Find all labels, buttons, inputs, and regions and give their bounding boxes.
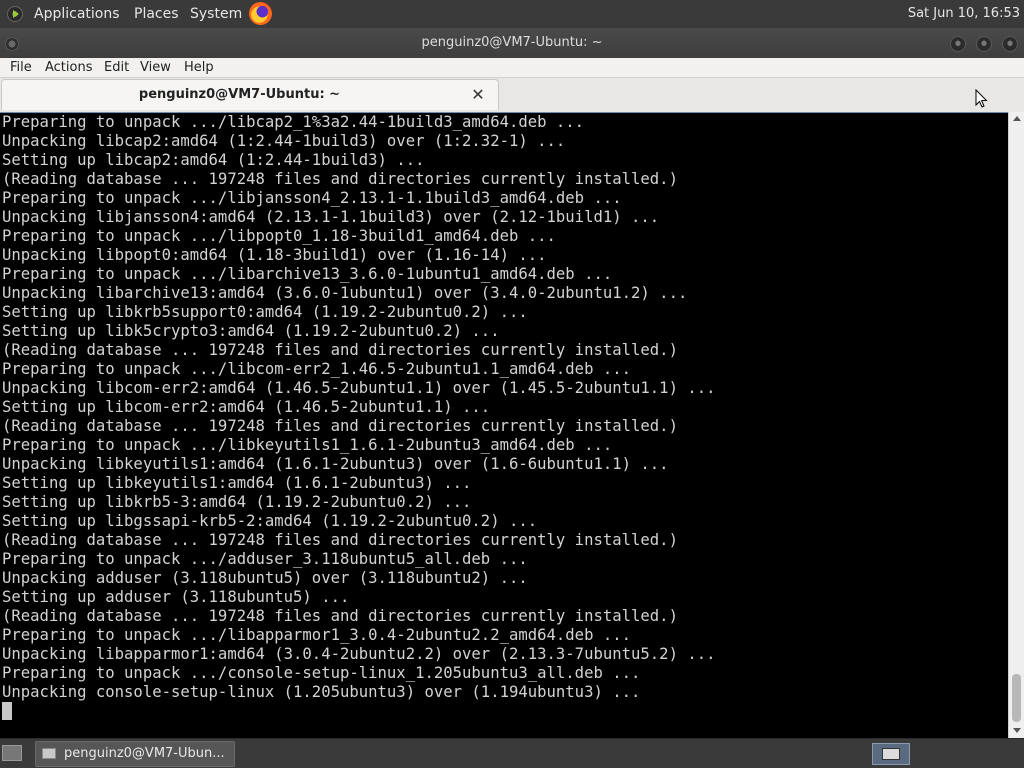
close-window-icon[interactable]	[1002, 36, 1018, 52]
terminal-line: Unpacking libapparmor1:amd64 (3.0.4-2ubu…	[2, 645, 716, 663]
terminal-line: Preparing to unpack .../libcap2_1%3a2.44…	[2, 113, 585, 131]
top-panel: Applications Places System Sat Jun 10, 1…	[0, 0, 1024, 28]
tab-label: penguinz0@VM7-Ubuntu: ~	[138, 87, 341, 102]
terminal-line: Preparing to unpack .../libjansson4_2.13…	[2, 189, 622, 207]
terminal-line: Preparing to unpack .../libkeyutils1_1.6…	[2, 436, 613, 454]
terminal-line: Preparing to unpack .../console-setup-li…	[2, 664, 641, 682]
menubar: File Actions Edit View Help	[0, 58, 1024, 78]
terminal-line: Preparing to unpack .../libarchive13_3.6…	[2, 265, 613, 283]
applications-menu-icon[interactable]	[7, 6, 23, 22]
tab-bar: penguinz0@VM7-Ubuntu: ~ ✕	[0, 78, 1024, 112]
terminal-line: Unpacking libarchive13:amd64 (3.6.0-1ubu…	[2, 284, 688, 302]
terminal-line: Setting up libk5crypto3:amd64 (1.19.2-2u…	[2, 322, 500, 340]
terminal-scrollbar[interactable]	[1008, 112, 1024, 738]
terminal-line: (Reading database ... 197248 files and d…	[2, 417, 678, 435]
taskbar-window-label: penguinz0@VM7-Ubun...	[64, 746, 225, 761]
window-title: penguinz0@VM7-Ubuntu: ~	[421, 35, 603, 50]
applications-menu[interactable]: Applications	[34, 0, 120, 28]
menu-view[interactable]: View	[140, 58, 171, 77]
scroll-up-arrow-icon[interactable]	[1013, 116, 1021, 121]
terminal-line: Unpacking libkeyutils1:amd64 (1.6.1-2ubu…	[2, 455, 669, 473]
terminal-line: Unpacking libpopt0:amd64 (1.18-3build1) …	[2, 246, 547, 264]
terminal-line: Unpacking libcap2:amd64 (1:2.44-1build3)…	[2, 132, 566, 150]
menu-help[interactable]: Help	[184, 58, 214, 77]
close-icon[interactable]: ✕	[468, 85, 488, 105]
terminal-line: (Reading database ... 197248 files and d…	[2, 170, 678, 188]
firefox-icon[interactable]	[249, 2, 272, 25]
menu-file[interactable]: File	[10, 58, 32, 77]
terminal-line: Preparing to unpack .../adduser_3.118ubu…	[2, 550, 528, 568]
terminal-line: Setting up libkeyutils1:amd64 (1.6.1-2ub…	[2, 474, 472, 492]
terminal-line: Preparing to unpack .../libapparmor1_3.0…	[2, 626, 632, 644]
terminal-line: Unpacking libjansson4:amd64 (2.13.1-1.1b…	[2, 208, 660, 226]
terminal-icon	[42, 748, 56, 759]
terminal-line: Preparing to unpack .../libcom-err2_1.46…	[2, 360, 632, 378]
terminal-line: Unpacking adduser (3.118ubuntu5) over (3…	[2, 569, 528, 587]
scrollbar-thumb[interactable]	[1012, 674, 1021, 722]
workspace-switcher[interactable]	[872, 743, 910, 765]
terminal-line: Unpacking console-setup-linux (1.205ubun…	[2, 683, 641, 701]
terminal-line: Setting up adduser (3.118ubuntu5) ...	[2, 588, 350, 606]
scroll-down-arrow-icon[interactable]	[1013, 728, 1021, 733]
bottom-panel: penguinz0@VM7-Ubun...	[0, 738, 1024, 768]
terminal-cursor	[2, 702, 12, 720]
terminal-line: (Reading database ... 197248 files and d…	[2, 531, 678, 549]
terminal-line: Setting up libkrb5support0:amd64 (1.19.2…	[2, 303, 528, 321]
terminal-output[interactable]: Preparing to unpack .../libcap2_1%3a2.44…	[0, 112, 1008, 738]
tab-terminal[interactable]: penguinz0@VM7-Ubuntu: ~ ✕	[1, 79, 499, 110]
minimize-icon[interactable]	[950, 36, 966, 52]
window-titlebar[interactable]: penguinz0@VM7-Ubuntu: ~	[0, 28, 1024, 58]
terminal-line: (Reading database ... 197248 files and d…	[2, 341, 678, 359]
places-menu[interactable]: Places	[134, 0, 179, 28]
menu-edit[interactable]: Edit	[104, 58, 129, 77]
maximize-icon[interactable]	[976, 36, 992, 52]
terminal-line: Setting up libcap2:amd64 (1:2.44-1build3…	[2, 151, 425, 169]
terminal-line: Setting up libcom-err2:amd64 (1.46.5-2ub…	[2, 398, 491, 416]
terminal-line: Preparing to unpack .../libpopt0_1.18-3b…	[2, 227, 556, 245]
show-desktop-icon[interactable]	[2, 745, 22, 761]
system-menu[interactable]: System	[190, 0, 242, 28]
terminal-line: Unpacking libcom-err2:amd64 (1.46.5-2ubu…	[2, 379, 716, 397]
terminal-line: (Reading database ... 197248 files and d…	[2, 607, 678, 625]
menu-actions[interactable]: Actions	[45, 58, 93, 77]
terminal-line: Setting up libgssapi-krb5-2:amd64 (1.19.…	[2, 512, 538, 530]
taskbar-window-button[interactable]: penguinz0@VM7-Ubun...	[35, 741, 235, 767]
terminal-line: Setting up libkrb5-3:amd64 (1.19.2-2ubun…	[2, 493, 472, 511]
terminal-lines: Preparing to unpack .../libcap2_1%3a2.44…	[2, 113, 716, 702]
workspace-window-thumbnail	[882, 748, 900, 760]
clock[interactable]: Sat Jun 10, 16:53	[908, 0, 1020, 28]
